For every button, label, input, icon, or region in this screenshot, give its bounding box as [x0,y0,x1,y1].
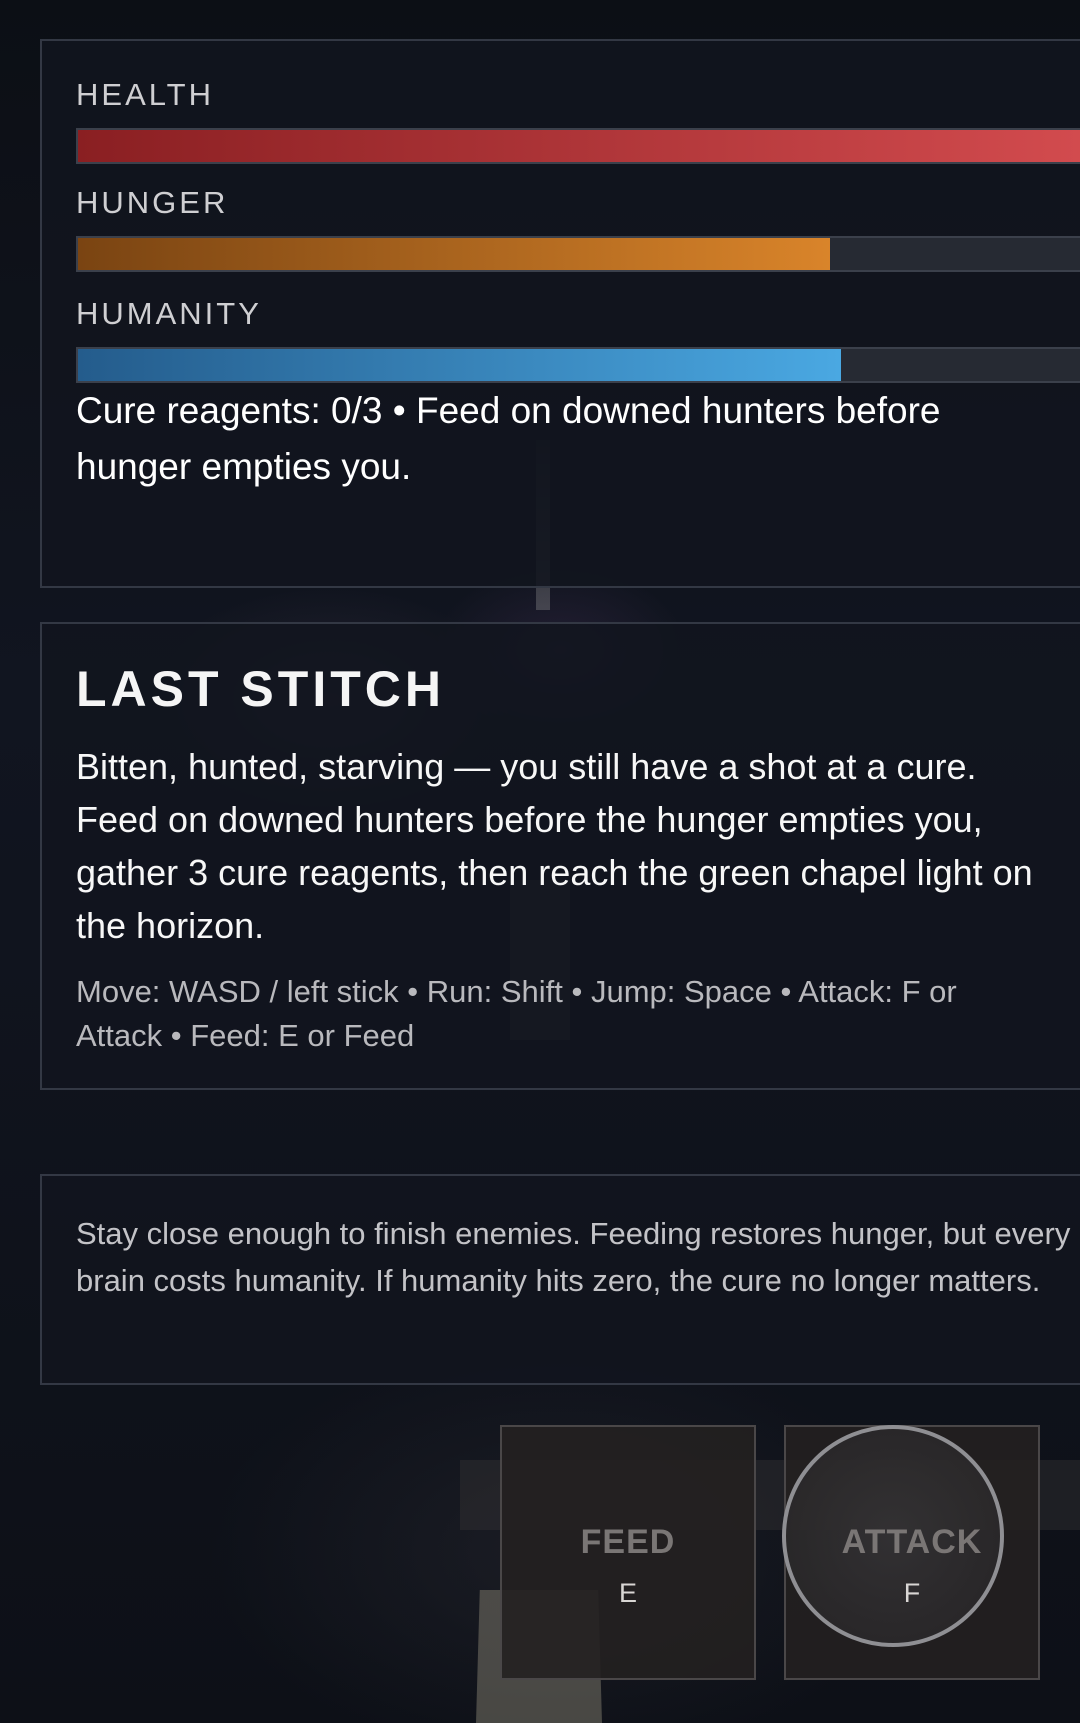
status-panel: HEALTH HUNGER HUMANITY Cure reagents: 0/… [40,39,1080,588]
intro-description: Bitten, hunted, starving — you still hav… [76,746,1033,946]
hunger-label: HUNGER [76,185,229,220]
game-title: LAST STITCH [76,661,445,717]
humanity-bar-fill [78,349,841,381]
attack-button-label: ATTACK [841,1523,983,1561]
hint-panel: Stay close enough to finish enemies. Fee… [40,1174,1080,1385]
humanity-label: HUMANITY [76,296,262,331]
hunger-bar-fill [78,238,830,270]
health-bar-fill [78,130,1080,162]
humanity-bar [76,347,1080,383]
feed-button-label: FEED [580,1523,676,1561]
controls-help: Move: WASD / left stick • Run: Shift • J… [76,974,957,1053]
feed-key-hint: E [618,1578,637,1608]
intro-panel: LAST STITCH Bitten, hunted, starving — y… [40,622,1080,1090]
hunger-bar [76,236,1080,272]
attack-key-hint: F [903,1578,921,1608]
feed-button[interactable]: FEED E [500,1425,756,1680]
attack-button[interactable]: ATTACK F [782,1425,1040,1680]
health-bar [76,128,1080,164]
reagent-status-text: Cure reagents: 0/3 • Feed on downed hunt… [76,390,941,487]
hint-text: Stay close enough to finish enemies. Fee… [76,1216,1071,1298]
health-label: HEALTH [76,77,215,112]
